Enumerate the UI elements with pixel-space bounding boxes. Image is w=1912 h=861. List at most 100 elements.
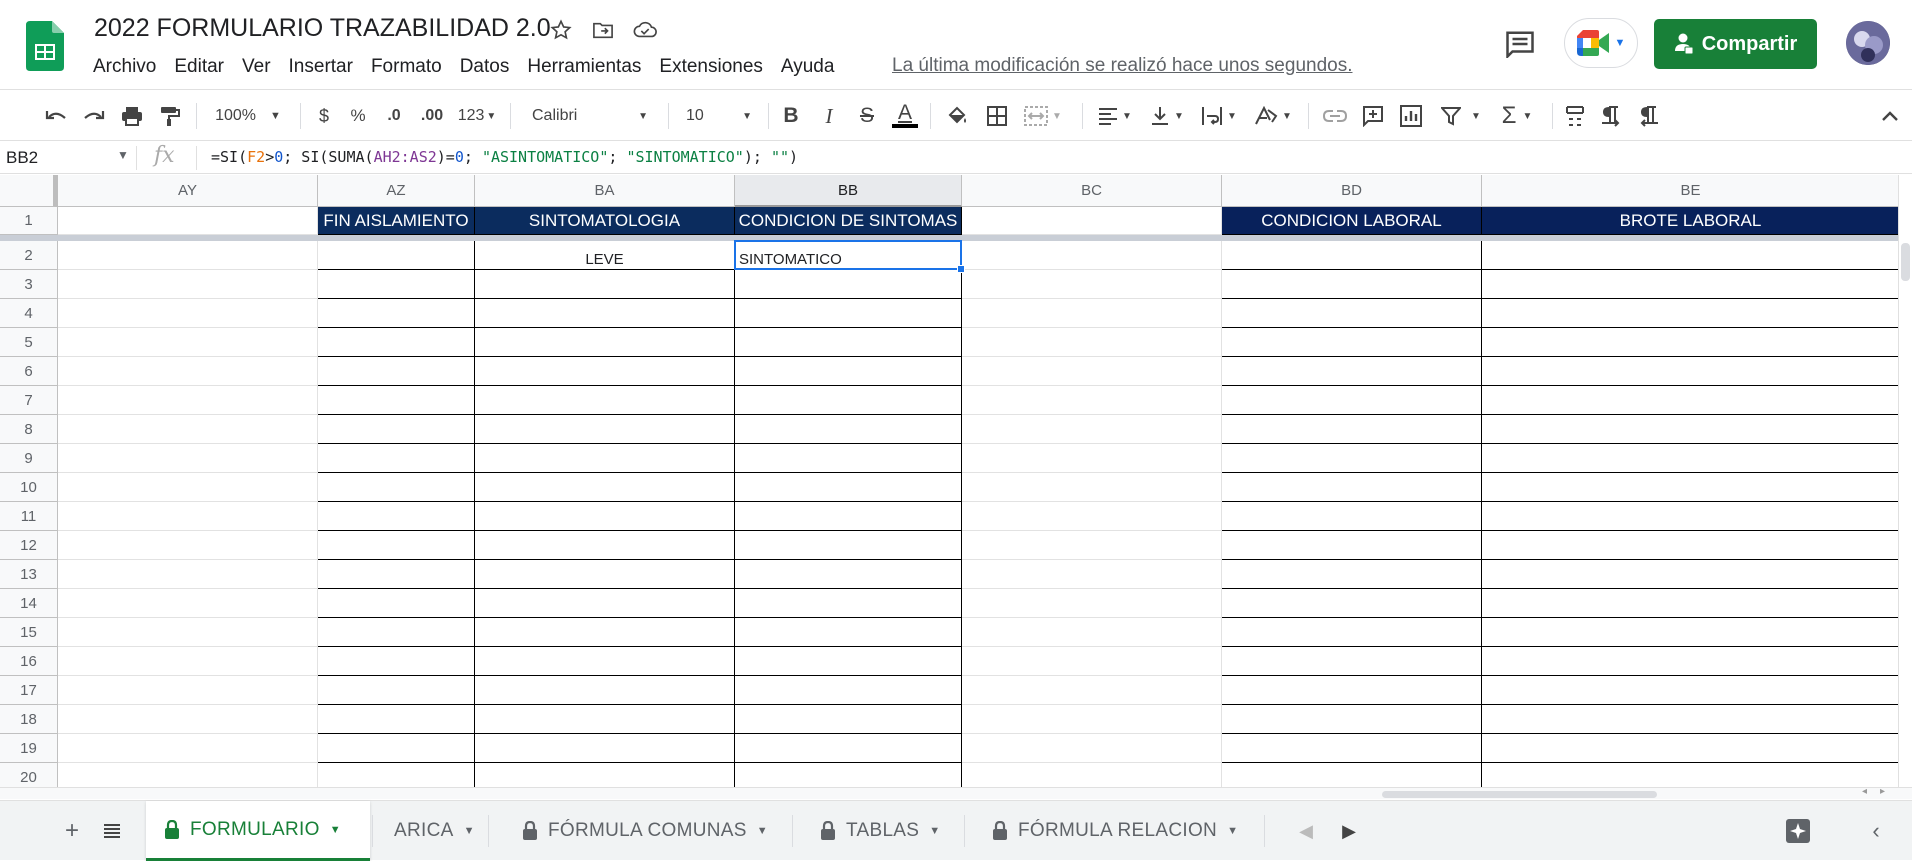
cell[interactable] (318, 589, 475, 618)
name-box-dropdown-icon[interactable]: ▼ (117, 148, 129, 162)
cell[interactable] (58, 270, 318, 299)
cell[interactable] (1482, 444, 1900, 473)
cell[interactable] (735, 531, 962, 560)
cell[interactable] (475, 473, 735, 502)
cell[interactable] (318, 618, 475, 647)
chevron-down-icon[interactable]: ▼ (929, 825, 940, 837)
insert-link-icon[interactable] (1318, 90, 1352, 142)
column-header-bb[interactable]: BB (735, 175, 962, 207)
cell[interactable] (58, 763, 318, 787)
cell[interactable] (1222, 357, 1482, 386)
cell[interactable] (475, 444, 735, 473)
cell[interactable] (735, 473, 962, 502)
redo-icon[interactable] (78, 90, 110, 142)
bold-button[interactable]: B (774, 90, 808, 142)
cell[interactable] (962, 415, 1222, 444)
cell[interactable] (1482, 299, 1900, 328)
menu-insertar[interactable]: Insertar (280, 54, 362, 80)
cell[interactable] (475, 705, 735, 734)
cell[interactable] (735, 270, 962, 299)
cell-bb2[interactable]: SINTOMATICO (735, 241, 962, 270)
header-cell-be[interactable]: BROTE LABORAL (1482, 207, 1900, 235)
cell[interactable] (475, 589, 735, 618)
cell[interactable] (58, 647, 318, 676)
collapse-toolbar-icon[interactable] (1872, 90, 1908, 142)
cell[interactable] (1222, 270, 1482, 299)
cell[interactable] (962, 241, 1222, 270)
cloud-saved-icon[interactable] (630, 16, 660, 44)
menu-ver[interactable]: Ver (233, 54, 280, 80)
row-header-20[interactable]: 20 (0, 763, 58, 787)
cell[interactable] (1222, 299, 1482, 328)
undo-icon[interactable] (40, 90, 72, 142)
cell[interactable] (1222, 560, 1482, 589)
add-sheet-icon[interactable]: + (56, 815, 88, 847)
cell[interactable] (962, 589, 1222, 618)
chevron-down-icon[interactable]: ▼ (757, 825, 768, 837)
cell[interactable] (735, 502, 962, 531)
all-sheets-icon[interactable] (96, 815, 128, 847)
column-header-bd[interactable]: BD (1222, 175, 1482, 207)
cell[interactable] (318, 415, 475, 444)
name-box[interactable]: BB2 (6, 148, 38, 168)
fill-handle[interactable] (957, 265, 965, 273)
row-header-4[interactable]: 4 (0, 299, 58, 328)
cell[interactable] (1482, 734, 1900, 763)
cell[interactable] (1222, 618, 1482, 647)
scroll-tabs-right-icon[interactable]: ▶ (1333, 815, 1365, 847)
scroll-right-icon[interactable]: ▸ (1880, 786, 1885, 797)
chevron-down-icon[interactable]: ▼ (330, 824, 341, 836)
cell[interactable] (962, 676, 1222, 705)
cell[interactable] (1482, 270, 1900, 299)
cell[interactable] (962, 473, 1222, 502)
cell[interactable] (1482, 386, 1900, 415)
row-header-15[interactable]: 15 (0, 618, 58, 647)
cell[interactable] (58, 618, 318, 647)
menu-editar[interactable]: Editar (165, 54, 233, 80)
cell[interactable] (962, 328, 1222, 357)
cell[interactable] (318, 560, 475, 589)
cell[interactable] (962, 207, 1222, 235)
cell[interactable] (962, 647, 1222, 676)
row-header-6[interactable]: 6 (0, 357, 58, 386)
cell[interactable] (1222, 444, 1482, 473)
cell[interactable] (475, 386, 735, 415)
column-header-ba[interactable]: BA (475, 175, 735, 207)
cell[interactable] (318, 357, 475, 386)
cell[interactable] (58, 589, 318, 618)
header-cell-bb[interactable]: CONDICION DE SINTOMAS (735, 207, 962, 235)
cell[interactable] (58, 502, 318, 531)
share-button[interactable]: Compartir (1654, 19, 1817, 69)
cell[interactable] (1482, 647, 1900, 676)
vertical-scroll-thumb[interactable] (1901, 243, 1910, 281)
menu-ayuda[interactable]: Ayuda (772, 54, 844, 80)
cell[interactable] (475, 270, 735, 299)
cell[interactable] (735, 618, 962, 647)
insert-comment-icon[interactable] (1356, 90, 1390, 142)
text-color-button[interactable]: A (888, 90, 922, 142)
strikethrough-button[interactable]: S (850, 90, 884, 142)
cell[interactable] (1482, 676, 1900, 705)
cell[interactable] (475, 299, 735, 328)
cell[interactable] (58, 531, 318, 560)
vertical-scrollbar[interactable] (1898, 175, 1912, 787)
cell[interactable] (962, 270, 1222, 299)
cell[interactable] (735, 647, 962, 676)
cell[interactable] (58, 328, 318, 357)
cell[interactable] (318, 763, 475, 787)
cell[interactable] (962, 531, 1222, 560)
zoom-select[interactable]: 100% ▼ (208, 90, 288, 142)
row-header-10[interactable]: 10 (0, 473, 58, 502)
cell[interactable] (475, 531, 735, 560)
row-header-2[interactable]: 2 (0, 241, 58, 270)
row-header-13[interactable]: 13 (0, 560, 58, 589)
cell[interactable] (318, 676, 475, 705)
header-cell-bd[interactable]: CONDICION LABORAL (1222, 207, 1482, 235)
sheets-logo-icon[interactable] (26, 21, 64, 71)
borders-icon[interactable] (980, 90, 1014, 142)
cell[interactable] (962, 502, 1222, 531)
cell[interactable] (58, 357, 318, 386)
chevron-down-icon[interactable]: ▼ (464, 825, 475, 837)
cell[interactable] (962, 386, 1222, 415)
cell[interactable] (1222, 241, 1482, 270)
